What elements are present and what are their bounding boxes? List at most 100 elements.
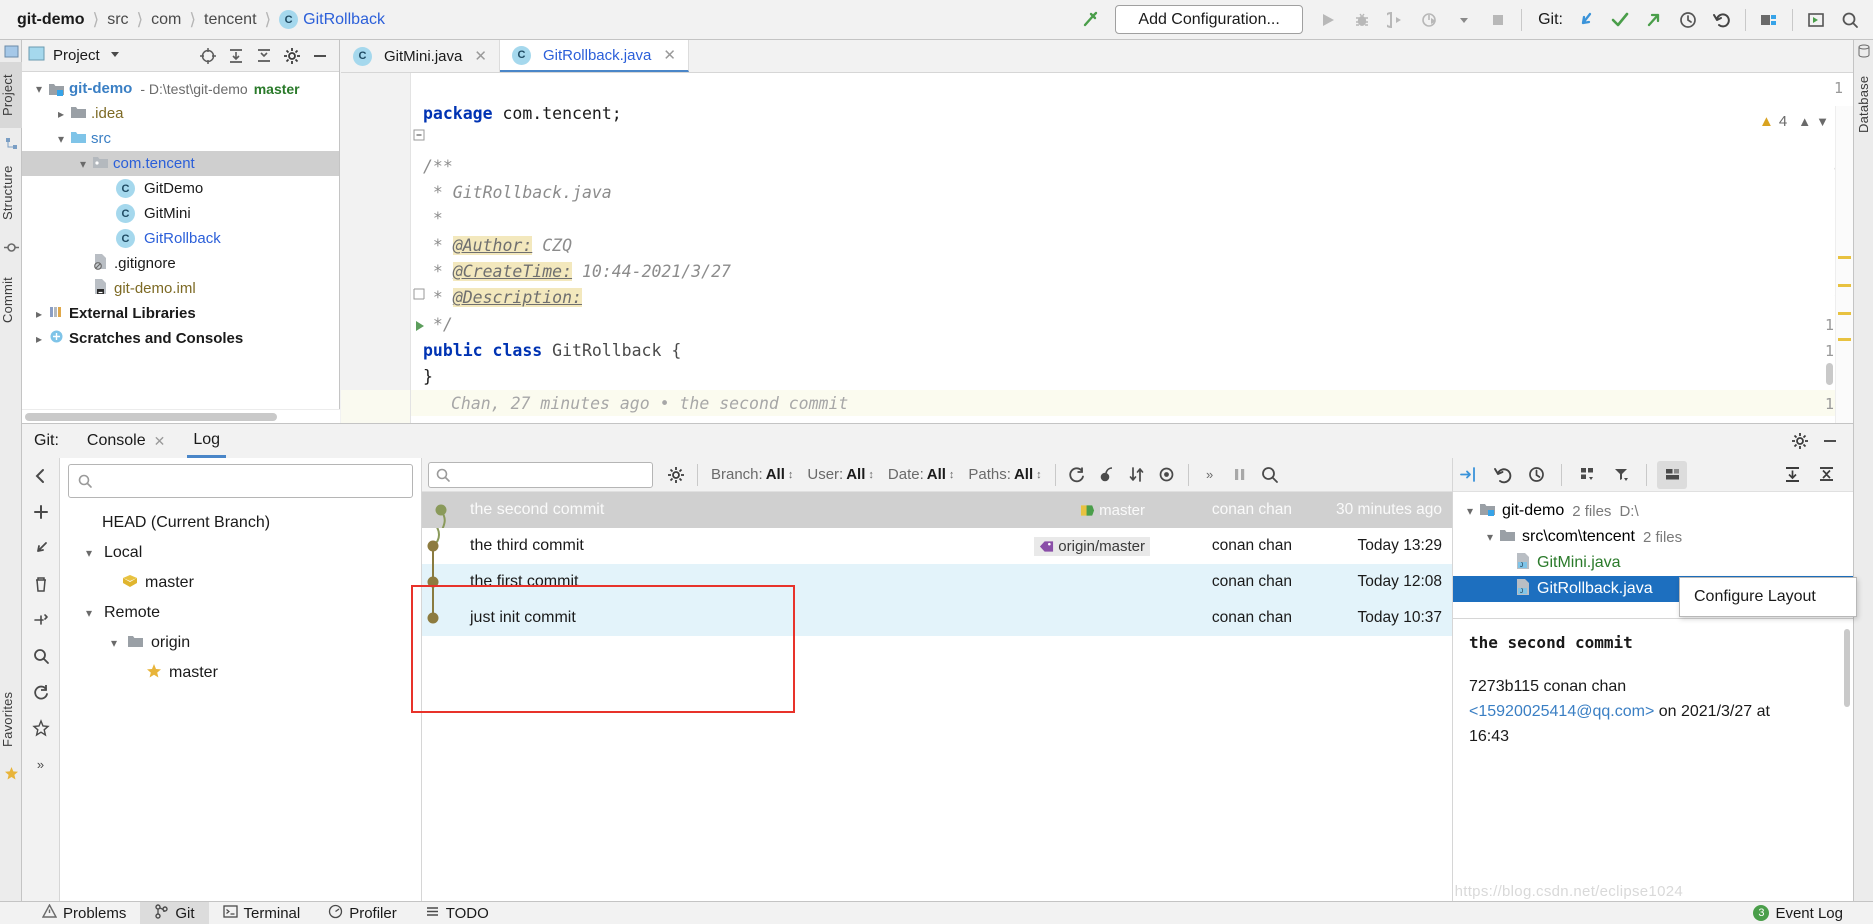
project-structure-icon[interactable] [1752,4,1786,36]
changed-file-gitmini[interactable]: J GitMini.java [1453,550,1853,576]
warning-marker[interactable] [1838,312,1851,315]
breadcrumb-item-class[interactable]: C GitRollback [272,10,392,29]
close-icon[interactable]: ✕ [663,46,676,64]
add-icon[interactable] [28,500,54,524]
git-rollback-icon[interactable] [1705,4,1739,36]
chevron-down-icon[interactable]: ▾ [80,606,98,620]
overflow-icon[interactable]: » [1195,461,1225,489]
commit-row[interactable]: the second commit master conan chan 30 m… [422,492,1452,528]
branch-item-head[interactable]: HEAD (Current Branch) [60,508,421,538]
refresh-icon[interactable] [1062,461,1092,489]
status-item-event-log[interactable]: 3 Event Log [1739,905,1857,922]
tree-item-scratches[interactable]: ▸ Scratches and Consoles [22,326,339,351]
chevron-down-icon[interactable]: ▾ [52,132,70,146]
run-anything-icon[interactable] [1799,4,1833,36]
breadcrumb-item-com[interactable]: com [144,11,188,29]
run-icon[interactable] [1311,4,1345,36]
chevron-right-icon[interactable]: ▸ [52,107,70,121]
git-push-icon[interactable] [1637,4,1671,36]
filter-user[interactable]: User: All ↕ [800,466,881,483]
tree-item-idea[interactable]: ▸ .idea [22,101,339,126]
chevron-right-icon[interactable]: ▸ [30,332,48,346]
status-item-terminal[interactable]: Terminal [209,904,315,923]
hide-icon[interactable] [1817,428,1843,454]
branch-group-remote[interactable]: ▾ Remote [60,598,421,628]
editor-gutter[interactable] [341,73,411,423]
favorite-star-icon[interactable] [28,716,54,740]
filter-icon[interactable] [1606,461,1636,489]
tree-item-com-tencent[interactable]: ▾ com.tencent [22,151,339,176]
tree-item-gitmini[interactable]: C GitMini [22,201,339,226]
editor-scrollbar-thumb[interactable] [1826,363,1833,385]
status-item-todo[interactable]: TODO [411,904,503,923]
chevron-down-icon[interactable] [109,47,121,64]
chevron-down-icon[interactable]: ▾ [1461,504,1479,518]
settings-gear-icon[interactable] [1787,428,1813,454]
warning-marker[interactable] [1838,256,1851,259]
refresh-icon[interactable] [28,680,54,704]
debug-icon[interactable] [1345,4,1379,36]
locate-icon[interactable] [195,43,221,69]
collapse-all-icon[interactable] [251,43,277,69]
status-item-git[interactable]: Git [140,901,209,924]
commit-row[interactable]: just init commit conan chan Today 10:37 [422,600,1452,636]
commit-row[interactable]: the third commit origin/master conan cha… [422,528,1452,564]
expand-more-icon[interactable]: » [28,752,54,776]
git-commit-icon[interactable] [1603,4,1637,36]
warning-marker[interactable] [1838,284,1851,287]
branch-search-input[interactable] [68,464,413,498]
log-search-input[interactable] [428,461,653,488]
stop-icon[interactable] [1481,4,1515,36]
warning-marker[interactable] [1838,338,1851,341]
tree-item-git-demo[interactable]: ▾ git-demo - D:\test\git-demo master [22,76,339,101]
collapse-icon[interactable] [28,464,54,488]
sidebar-item-database[interactable]: Database [1856,64,1873,144]
project-horizontal-scrollbar[interactable] [22,409,340,423]
expand-all-icon[interactable] [1777,461,1807,489]
code-content[interactable]: package com.tencent; /** * GitRollback.j… [423,75,848,443]
checkout-icon[interactable] [28,536,54,560]
sidebar-item-project[interactable]: Project [0,62,22,128]
commit-tag-remote[interactable]: origin/master [1034,536,1150,556]
run-with-coverage-icon[interactable] [1379,4,1413,36]
status-item-profiler[interactable]: Profiler [314,904,411,923]
chevron-down-icon[interactable]: ▾ [74,157,92,171]
chevron-right-icon[interactable]: ▸ [30,307,48,321]
search-everywhere-icon[interactable] [1833,4,1867,36]
changed-file-dir[interactable]: ▾ src\com\tencent 2 files [1453,524,1853,550]
collapse-all-icon[interactable] [1811,461,1841,489]
changed-file-root[interactable]: ▾ git-demo 2 files D:\ [1453,498,1853,524]
tab-console[interactable]: Console ✕ [81,424,171,458]
eye-icon[interactable] [1152,461,1182,489]
sidebar-item-favorites[interactable]: Favorites [0,678,22,760]
settings-gear-icon[interactable] [279,43,305,69]
breadcrumb-item-src[interactable]: src [100,11,135,29]
chevron-down-icon[interactable] [1447,4,1481,36]
search-icon[interactable] [28,644,54,668]
inspection-widget[interactable]: ▲ 4 ▲ ▼ [1759,113,1829,130]
git-history-icon[interactable] [1671,4,1705,36]
chevron-down-icon[interactable]: ▾ [30,82,48,96]
chevron-down-icon[interactable]: ▾ [80,546,98,560]
filter-branch[interactable]: Branch: All ↕ [704,466,800,483]
commit-detail-email[interactable]: <15920025414@qq.com> [1469,703,1654,720]
sidebar-item-structure[interactable]: Structure [0,154,22,232]
close-icon[interactable]: ✕ [474,47,487,65]
branch-group-local[interactable]: ▾ Local [60,538,421,568]
tab-gitmini-java[interactable]: C GitMini.java ✕ [341,40,500,72]
error-stripe-gutter[interactable] [1835,106,1853,456]
build-hammer-icon[interactable] [1073,4,1107,36]
new-branch-icon[interactable] [28,608,54,632]
context-menu-configure-layout[interactable]: Configure Layout [1679,577,1857,617]
filter-paths[interactable]: Paths: All ↕ [961,466,1048,483]
breadcrumb-item-project[interactable]: git-demo [10,11,92,29]
tree-item-iml[interactable]: git-demo.iml [22,276,339,301]
goto-changes-icon[interactable] [1453,461,1483,489]
chevron-down-icon[interactable]: ▾ [1481,530,1499,544]
history-icon[interactable] [1521,461,1551,489]
group-by-icon[interactable] [1572,461,1602,489]
scrollbar-thumb[interactable] [25,413,277,421]
branch-item-origin-master[interactable]: master [60,658,421,688]
log-settings-gear-icon[interactable] [661,461,691,489]
prev-problem-icon[interactable]: ▲ [1798,114,1811,129]
